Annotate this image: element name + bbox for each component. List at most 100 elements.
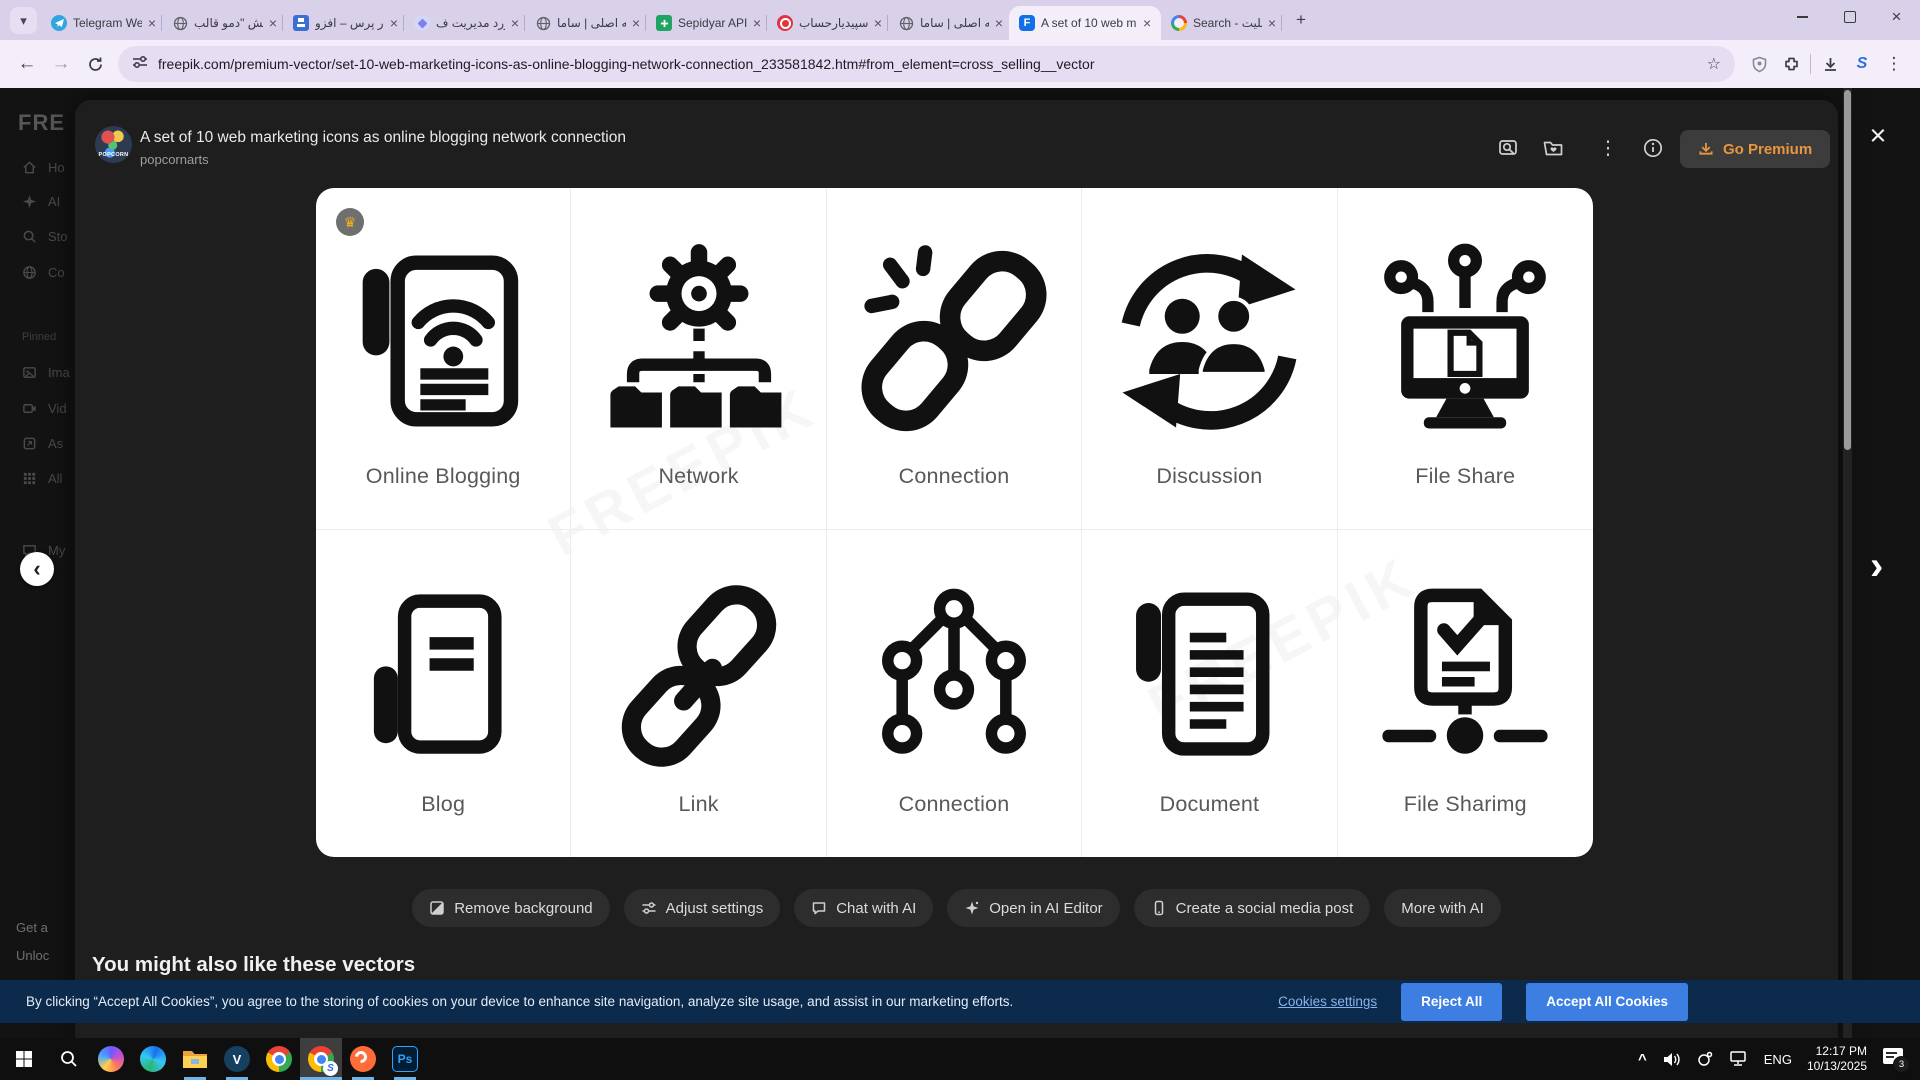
tab-google-search[interactable]: Search - ترنسلیت × [1161,6,1282,40]
taskbar-file-explorer[interactable] [174,1038,216,1080]
start-button[interactable] [0,1038,48,1080]
adjust-settings-button[interactable]: Adjust settings [624,889,781,927]
tab-close-icon[interactable]: × [148,16,156,30]
taskbar-copilot[interactable] [90,1038,132,1080]
cell-discussion[interactable]: Discussion [1082,188,1337,530]
minimize-button[interactable] [1779,0,1826,34]
bookmark-star-icon[interactable]: ☆ [1707,54,1721,74]
tab-edit-demo[interactable]: ویرایش "دمو قالب × [162,6,283,40]
cookies-settings-link[interactable]: Cookies settings [1278,994,1377,1009]
back-button[interactable]: ← [10,47,44,81]
taskbar-clock[interactable]: 12:17 PM 10/13/2025 [1807,1044,1867,1074]
tray-app-icon[interactable] [1696,1050,1714,1068]
image-search-icon[interactable] [1490,130,1526,166]
profile-s-badge: S [323,1061,338,1076]
extensions-icon[interactable] [1775,48,1807,80]
save-collection-icon[interactable] [1535,130,1571,166]
language-indicator[interactable]: ENG [1764,1052,1792,1067]
sliders-icon [641,900,657,916]
taskbar-v-app[interactable]: V [216,1038,258,1080]
reload-button[interactable] [78,47,112,81]
volume-icon[interactable] [1662,1050,1681,1069]
previous-vector-button[interactable]: ‹ [20,552,54,586]
remove-background-icon [429,900,445,916]
reject-all-button[interactable]: Reject All [1401,983,1502,1021]
cell-document[interactable]: Document [1082,530,1337,857]
taskbar-chrome[interactable] [258,1038,300,1080]
network-icon[interactable] [1729,1050,1749,1068]
sidebar-item-co[interactable]: Co [22,265,65,280]
site-info-icon[interactable] [132,54,148,75]
vector-label: Online Blogging [366,464,521,489]
tab-dashboard[interactable]: داشبورد مدیریت ف × [404,6,525,40]
sidebar-item-videos[interactable]: Vid [22,401,67,416]
next-vector-button[interactable]: › [1870,546,1883,586]
taskbar-chrome-profile[interactable]: S [300,1038,342,1080]
author-avatar[interactable]: POPCORN [95,126,132,163]
cell-link[interactable]: Link [571,530,826,857]
scrollbar-thumb[interactable] [1844,90,1851,450]
tab-close-icon[interactable]: × [1143,16,1151,30]
tab-close-icon[interactable]: × [269,16,277,30]
go-premium-button[interactable]: Go Premium [1680,130,1830,168]
tab-home-sama-2[interactable]: صفحه اصلی | ساما × [888,6,1009,40]
tab-freepik-active[interactable]: F A set of 10 web m × [1009,6,1161,40]
notification-center[interactable]: 3 [1882,1046,1908,1072]
privacy-shield-icon[interactable] [1743,48,1775,80]
downloads-icon[interactable] [1814,48,1846,80]
tab-telegram[interactable]: Telegram Web × [41,6,162,40]
cell-connection-tree[interactable]: Connection [827,530,1082,857]
cell-online-blogging[interactable]: Online Blogging [316,188,571,530]
new-tab-button[interactable]: + [1288,7,1314,33]
taskbar-postman[interactable] [342,1038,384,1080]
sidebar-item-home[interactable]: Ho [22,160,65,175]
tab-sepidyar-api[interactable]: Sepidyar API - Go × [646,6,767,40]
action-label: More with AI [1401,900,1484,917]
info-icon[interactable] [1635,130,1671,166]
maximize-button[interactable] [1826,0,1873,34]
vector-author[interactable]: popcornarts [140,152,209,167]
tab-close-icon[interactable]: × [874,16,882,30]
window-close-button[interactable]: × [1873,0,1920,34]
tab-close-icon[interactable]: × [511,16,519,30]
sidebar-item-images[interactable]: Ima [22,365,70,380]
tab-close-icon[interactable]: × [1268,16,1276,30]
more-with-ai-button[interactable]: More with AI [1384,889,1501,927]
address-bar[interactable]: freepik.com/premium-vector/set-10-web-ma… [118,46,1735,82]
taskbar-photoshop[interactable]: Ps [384,1038,426,1080]
cell-file-sharing[interactable]: File Sharimg [1338,530,1593,857]
cell-blog[interactable]: Blog [316,530,571,857]
more-options-icon[interactable]: ⋮ [1590,130,1626,166]
vector-preview-card[interactable]: FREEPIK FREEPIK ♛ [316,188,1593,857]
taskbar-edge[interactable] [132,1038,174,1080]
create-social-post-button[interactable]: Create a social media post [1134,889,1371,927]
cell-network[interactable]: Network [571,188,826,530]
forward-button[interactable]: → [44,47,78,81]
sidebar-item-stock[interactable]: Sto [22,229,68,244]
tab-search-button[interactable]: ▾ [10,7,37,34]
taskbar-search[interactable] [48,1038,90,1080]
remove-background-button[interactable]: Remove background [412,889,609,927]
open-in-ai-editor-button[interactable]: Open in AI Editor [947,889,1119,927]
tab-close-icon[interactable]: × [632,16,640,30]
s-extension-icon[interactable]: S [1846,48,1878,80]
cell-connection-broken[interactable]: Connection [827,188,1082,530]
accept-all-cookies-button[interactable]: Accept All Cookies [1526,983,1688,1021]
sidebar-item-assets[interactable]: As [22,436,63,451]
tab-sepidyar-company[interactable]: شرکت سپیدیارحساب × [767,6,888,40]
chat-with-ai-button[interactable]: Chat with AI [794,889,933,927]
tab-sepidyar-press[interactable]: سپیدیار پرس – افزو × [283,6,404,40]
sidebar-item-all[interactable]: All [22,471,62,486]
cell-file-share[interactable]: File Share [1338,188,1593,530]
vector-label: Connection [899,792,1010,817]
browser-menu-icon[interactable]: ⋮ [1878,48,1910,80]
tab-close-icon[interactable]: × [390,16,398,30]
tab-close-icon[interactable]: × [753,16,761,30]
node-tree-icon [858,580,1050,772]
tab-home-sama-1[interactable]: صفحه اصلی | ساما × [525,6,646,40]
tray-expand-icon[interactable]: ^ [1638,1051,1647,1068]
freepik-logo[interactable]: FRE [18,110,65,136]
tab-close-icon[interactable]: × [995,16,1003,30]
sidebar-item-ai[interactable]: AI [22,194,60,209]
modal-close-icon[interactable]: × [1862,120,1894,152]
